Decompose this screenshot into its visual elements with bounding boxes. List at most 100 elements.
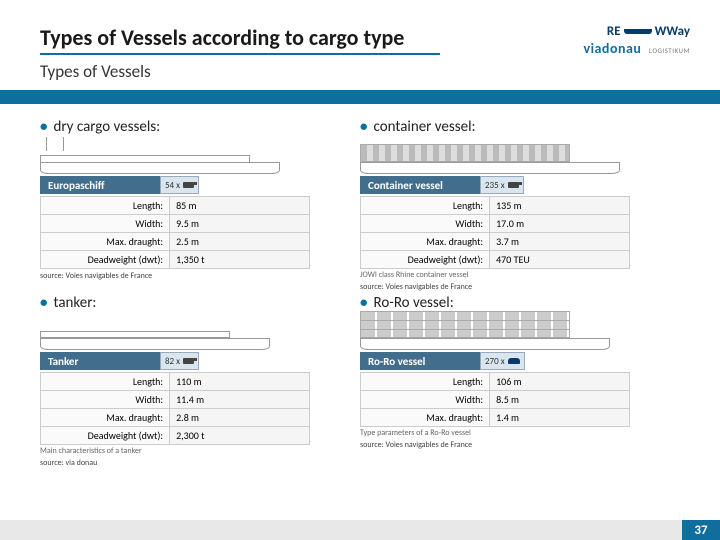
logo-block: RE WWay viadonau LOGISTIKUM — [583, 24, 690, 58]
spec-val: 110 m — [170, 373, 310, 391]
mast-icon — [63, 137, 64, 151]
tanker-source: source: via donau — [40, 458, 350, 468]
spec-key: Width: — [41, 215, 170, 233]
container-count-text: 235 x — [485, 180, 505, 191]
heading-text: tanker: — [53, 294, 96, 312]
mast-icon — [46, 137, 47, 151]
table-row: Length:110 m — [41, 373, 310, 391]
roro-count-text: 270 x — [485, 356, 505, 367]
table-row: Width:9.5 m — [41, 215, 310, 233]
title-underline — [40, 53, 440, 55]
spec-val: 1,350 t — [170, 251, 310, 269]
heading-text: container vessel: — [373, 118, 475, 136]
table-row: Width:11.4 m — [41, 391, 310, 409]
truck-icon — [183, 358, 194, 364]
table-row: Width:8.5 m — [361, 391, 630, 409]
spec-key: Width: — [361, 391, 490, 409]
container-source: source: Voies navigables de France — [360, 282, 670, 292]
table-row: Width:17.0 m — [361, 215, 630, 233]
spec-val: 9.5 m — [170, 215, 310, 233]
heading-tanker: • tanker: — [40, 294, 350, 312]
tanker-bar-label: Tanker — [48, 355, 78, 368]
table-row: Length:106 m — [361, 373, 630, 391]
truck-icon — [183, 182, 194, 188]
table-row: Max. draught:3.7 m — [361, 233, 630, 251]
spec-key: Deadweight (dwt): — [361, 251, 490, 269]
tanker-count-text: 82 x — [165, 356, 180, 367]
bullet-icon: • — [40, 294, 47, 312]
quad-tanker: • tanker: Tanker 82 x Length:110 m Width:… — [40, 294, 360, 468]
quad-roro: • Ro-Ro vessel: Ro-Ro vessel 270 x Length… — [360, 294, 680, 468]
content-grid: • dry cargo vessels: Europaschiff 54 x Le… — [0, 104, 720, 470]
spec-key: Length: — [361, 373, 490, 391]
spec-val: 8.5 m — [490, 391, 630, 409]
roro-specs-table: Length:106 m Width:8.5 m Max. draught:1.… — [360, 372, 630, 427]
dry-count-text: 54 x — [165, 180, 180, 191]
bullet-icon: • — [360, 118, 367, 136]
table-row: Deadweight (dwt):2,300 t — [41, 427, 310, 445]
table-row: Deadweight (dwt):1,350 t — [41, 251, 310, 269]
spec-val: 2.5 m — [170, 233, 310, 251]
page-subtitle: Types of Vessels — [40, 61, 680, 82]
roro-caption: Type parameters of a Ro-Ro vessel — [360, 428, 670, 438]
spec-val: 106 m — [490, 373, 630, 391]
rewway-logo: RE WWay — [583, 24, 690, 39]
tanker-count-badge: 82 x — [160, 352, 199, 370]
table-row: Max. draught:2.5 m — [41, 233, 310, 251]
dry-source: source: Voies navigables de France — [40, 271, 350, 281]
heading-text: dry cargo vessels: — [53, 118, 160, 136]
spec-key: Max. draught: — [41, 233, 170, 251]
bullet-icon: • — [360, 294, 367, 312]
spec-val: 11.4 m — [170, 391, 310, 409]
container-caption: JOWI class Rhine container vessel — [360, 270, 670, 280]
roro-count-badge: 270 x — [480, 352, 525, 370]
roro-source: source: Voies navigables de France — [360, 440, 670, 450]
spec-key: Length: — [361, 197, 490, 215]
dry-bar: Europaschiff 54 x — [40, 176, 300, 194]
table-row: Max. draught:2.8 m — [41, 409, 310, 427]
tanker-bar: Tanker 82 x — [40, 352, 300, 370]
table-row: Length:85 m — [41, 197, 310, 215]
roro-illustration — [360, 316, 670, 350]
viadonau-logo: viadonau — [583, 40, 641, 57]
car-icon — [508, 358, 520, 364]
tanker-specs-table: Length:110 m Width:11.4 m Max. draught:2… — [40, 372, 310, 445]
container-bar-label: Container vessel — [368, 179, 443, 192]
ship-icon — [624, 29, 652, 34]
heading-text: Ro-Ro vessel: — [373, 294, 453, 312]
spec-key: Width: — [41, 391, 170, 409]
page-number: 37 — [682, 520, 720, 540]
dry-bar-label: Europaschiff — [48, 179, 105, 192]
spec-val: 17.0 m — [490, 215, 630, 233]
spec-val: 135 m — [490, 197, 630, 215]
spec-val: 470 TEU — [490, 251, 630, 269]
spec-key: Deadweight (dwt): — [41, 251, 170, 269]
slide-header: Types of Vessels according to cargo type… — [0, 0, 720, 82]
spec-key: Length: — [41, 197, 170, 215]
container-illustration — [360, 140, 670, 174]
footer-bar — [0, 520, 720, 540]
dry-specs-table: Length:85 m Width:9.5 m Max. draught:2.5… — [40, 196, 310, 269]
table-row: Max. draught:1.4 m — [361, 409, 630, 427]
header-rule — [0, 90, 720, 104]
container-count-badge: 235 x — [480, 176, 524, 194]
dry-cargo-illustration — [40, 140, 350, 174]
tanker-caption: Main characteristics of a tanker — [40, 446, 350, 456]
heading-roro: • Ro-Ro vessel: — [360, 294, 670, 312]
tanker-illustration — [40, 316, 350, 350]
spec-val: 2.8 m — [170, 409, 310, 427]
spec-key: Max. draught: — [361, 233, 490, 251]
roro-bar-label: Ro-Ro vessel — [368, 355, 425, 368]
spec-key: Max. draught: — [41, 409, 170, 427]
rewway-logo-right: WWay — [655, 24, 690, 39]
container-bar: Container vessel 235 x — [360, 176, 620, 194]
spec-key: Width: — [361, 215, 490, 233]
spec-val: 85 m — [170, 197, 310, 215]
truck-icon — [508, 182, 519, 188]
spec-key: Length: — [41, 373, 170, 391]
quad-container: • container vessel: Container vessel 235 … — [360, 118, 680, 292]
container-specs-table: Length:135 m Width:17.0 m Max. draught:3… — [360, 196, 630, 269]
heading-container: • container vessel: — [360, 118, 670, 136]
spec-key: Max. draught: — [361, 409, 490, 427]
rewway-logo-left: RE — [607, 24, 621, 39]
